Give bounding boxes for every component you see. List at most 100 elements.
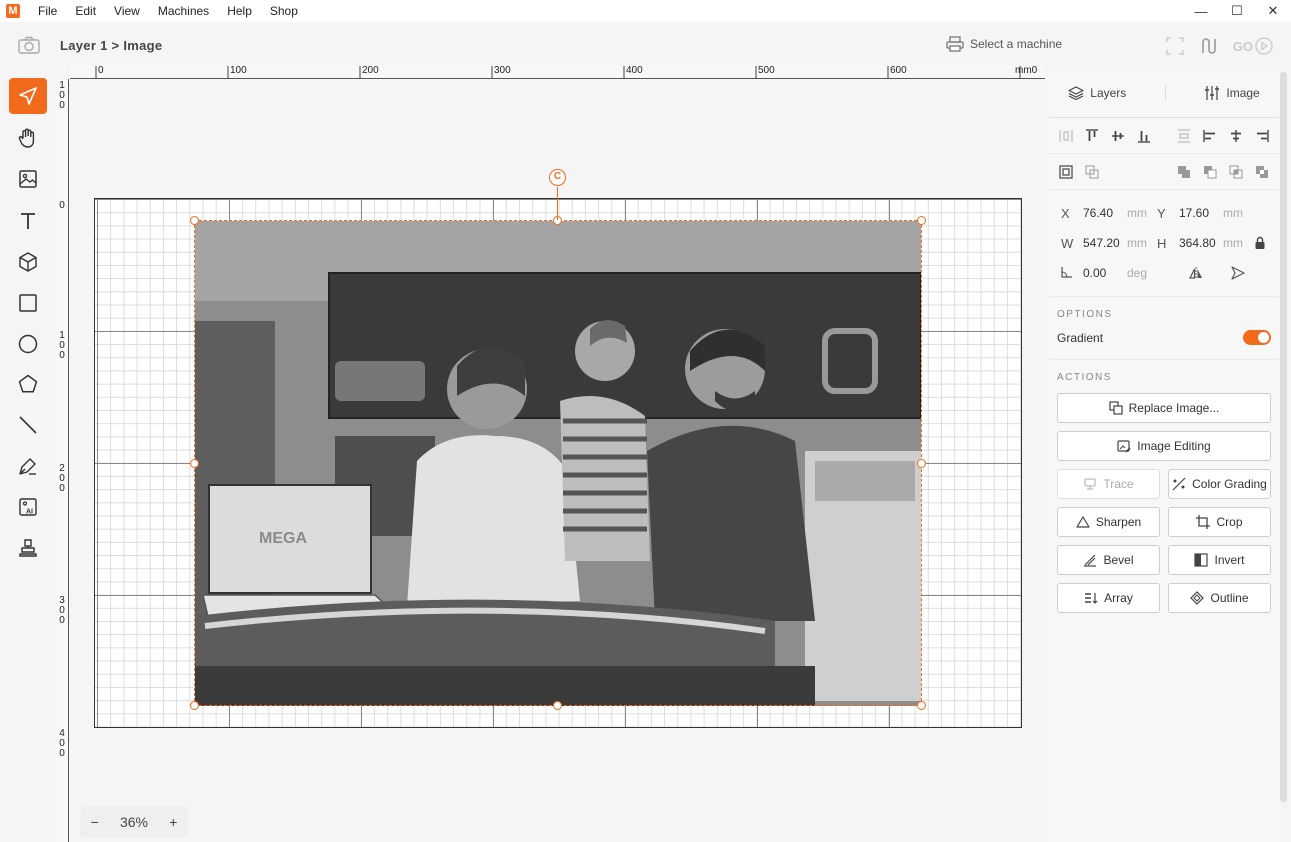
frame-icon[interactable]: [1165, 36, 1185, 56]
ruler-label: 600: [890, 65, 907, 76]
align-top-icon[interactable]: [1085, 128, 1099, 143]
canvas[interactable]: MEGA C: [70, 80, 1046, 842]
path-icon[interactable]: [1199, 36, 1219, 56]
element-tool[interactable]: [9, 244, 47, 280]
crop-button[interactable]: Crop: [1168, 507, 1271, 537]
ruler-label: 100: [230, 65, 247, 76]
flip-horizontal-icon[interactable]: [1189, 266, 1203, 280]
left-toolbar: AI: [0, 68, 58, 842]
resize-handle-left[interactable]: [190, 459, 199, 468]
ruler-label: 400: [626, 65, 643, 76]
resize-handle-bottom-right[interactable]: [917, 701, 926, 710]
hand-tool[interactable]: [9, 120, 47, 156]
zoom-in-button[interactable]: +: [169, 814, 177, 830]
close-button[interactable]: ✕: [1255, 0, 1291, 22]
resize-handle-top-right[interactable]: [917, 216, 926, 225]
distribute-horizontal-icon[interactable]: [1059, 129, 1073, 143]
printer-icon: [946, 36, 964, 52]
flip-vertical-icon[interactable]: [1231, 266, 1245, 280]
ruler-label: 0: [98, 65, 104, 76]
rotation-handle[interactable]: C: [549, 169, 566, 186]
align-center-icon[interactable]: [1229, 129, 1243, 143]
tab-layers[interactable]: Layers: [1068, 85, 1126, 101]
resize-handle-right[interactable]: [917, 459, 926, 468]
resize-handle-top-left[interactable]: [190, 216, 199, 225]
angle-field[interactable]: 0.00: [1083, 266, 1127, 280]
ruler-label: 0: [59, 200, 65, 211]
w-label: W: [1061, 235, 1074, 251]
ruler-label: 4 0 0: [59, 728, 65, 759]
camera-icon[interactable]: [18, 36, 40, 54]
x-field[interactable]: 76.40: [1083, 206, 1127, 220]
left-ruler: 1 0 0 0 1 0 0 2 0 0 3 0 0 4 0 0: [56, 79, 69, 842]
union-icon[interactable]: [1177, 165, 1191, 179]
maximize-button[interactable]: ☐: [1219, 0, 1255, 22]
machine-label: Select a machine: [970, 37, 1063, 51]
menu-edit[interactable]: Edit: [75, 4, 96, 18]
rotation-line: [557, 187, 558, 220]
polygon-tool[interactable]: [9, 366, 47, 402]
selection-box[interactable]: [194, 220, 922, 706]
line-tool[interactable]: [9, 407, 47, 443]
tab-divider: [1164, 84, 1166, 101]
ruler-label: 500: [758, 65, 775, 76]
go-button[interactable]: GO: [1233, 37, 1273, 55]
y-label: Y: [1157, 205, 1166, 221]
ellipse-tool[interactable]: [9, 326, 47, 362]
gradient-toggle[interactable]: [1243, 330, 1271, 345]
trace-button[interactable]: Trace: [1057, 469, 1160, 499]
ruler-label: 300: [494, 65, 511, 76]
lock-icon[interactable]: [1253, 236, 1267, 250]
machine-select[interactable]: Select a machine: [946, 36, 1062, 52]
minimize-button[interactable]: —: [1183, 0, 1219, 22]
ruler-label: 1 0 0: [59, 330, 65, 361]
align-left-icon[interactable]: [1203, 129, 1217, 143]
color-grading-button[interactable]: Color Grading: [1168, 469, 1271, 499]
zoom-control: − 36% +: [80, 806, 188, 838]
resize-handle-bottom-left[interactable]: [190, 701, 199, 710]
image-tool[interactable]: [9, 161, 47, 197]
sharpen-button[interactable]: Sharpen: [1057, 507, 1160, 537]
resize-handle-bottom[interactable]: [553, 701, 562, 710]
width-field[interactable]: 547.20: [1083, 236, 1127, 250]
align-right-icon[interactable]: [1255, 129, 1269, 143]
h-label: H: [1157, 235, 1167, 251]
invert-button[interactable]: Invert: [1168, 545, 1271, 575]
cube-icon: [19, 252, 37, 272]
y-unit: mm: [1223, 206, 1243, 220]
ungroup-icon[interactable]: [1085, 164, 1099, 179]
zoom-level: 36%: [119, 814, 148, 830]
circle-icon: [18, 334, 38, 354]
tab-image[interactable]: Image: [1204, 85, 1260, 101]
y-field[interactable]: 17.60: [1179, 206, 1223, 220]
stamp-tool[interactable]: [9, 530, 47, 566]
bevel-icon: [1084, 554, 1097, 567]
align-bottom-icon[interactable]: [1137, 129, 1151, 143]
outline-button[interactable]: Outline: [1168, 583, 1271, 613]
image-editing-button[interactable]: Image Editing: [1057, 431, 1271, 461]
height-field[interactable]: 364.80: [1179, 236, 1223, 250]
distribute-vertical-icon[interactable]: [1177, 128, 1191, 143]
subtract-icon[interactable]: [1203, 165, 1217, 179]
zoom-out-button[interactable]: −: [91, 814, 99, 830]
array-button[interactable]: Array: [1057, 583, 1160, 613]
pen-tool[interactable]: [9, 448, 47, 484]
panel-tabs: Layers Image: [1049, 68, 1279, 118]
rectangle-tool[interactable]: [9, 285, 47, 321]
menu-shop[interactable]: Shop: [270, 4, 298, 18]
menu-file[interactable]: File: [38, 4, 57, 18]
bevel-button[interactable]: Bevel: [1057, 545, 1160, 575]
ai-image-tool[interactable]: AI: [9, 489, 47, 525]
group-icon[interactable]: [1059, 164, 1073, 179]
menu-view[interactable]: View: [114, 4, 140, 18]
select-tool[interactable]: [9, 78, 47, 114]
line-icon: [19, 416, 37, 434]
replace-image-button[interactable]: Replace Image...: [1057, 393, 1271, 423]
text-tool[interactable]: [9, 203, 47, 239]
menu-help[interactable]: Help: [227, 4, 252, 18]
panel-scrollbar[interactable]: [1280, 72, 1287, 802]
menu-machines[interactable]: Machines: [158, 4, 209, 18]
exclude-icon[interactable]: [1255, 165, 1269, 179]
align-middle-icon[interactable]: [1111, 129, 1125, 143]
intersect-icon[interactable]: [1229, 165, 1243, 179]
